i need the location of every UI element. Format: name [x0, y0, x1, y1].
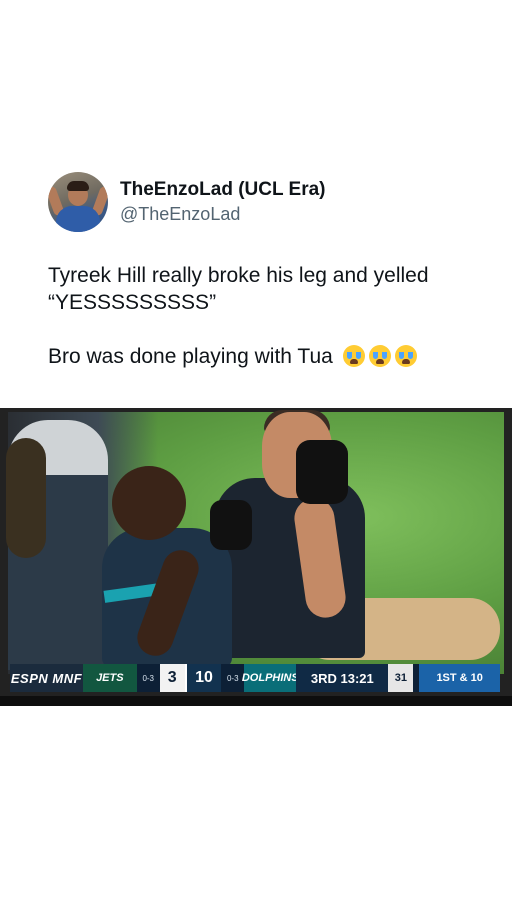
away-score: 3 [159, 664, 185, 692]
home-team: DOLPHINS [242, 664, 299, 692]
down-distance: 1ST & 10 [419, 664, 500, 692]
away-record: 0-3 [142, 673, 154, 683]
display-name[interactable]: TheEnzoLad (UCL Era) [120, 179, 326, 201]
tweet-text-line-2: Bro was done playing with Tua [48, 343, 488, 370]
loudly-crying-face-icon [342, 345, 365, 367]
loudly-crying-face-icon [368, 345, 391, 367]
glove-right [296, 440, 348, 504]
avatar[interactable] [48, 172, 108, 232]
home-score: 10 [184, 664, 222, 692]
author-names: TheEnzoLad (UCL Era) @TheEnzoLad [120, 179, 326, 225]
tv-bezel-bottom [0, 696, 512, 706]
tweet-text-line-1: Tyreek Hill really broke his leg and yel… [48, 264, 429, 314]
sideline-player [6, 438, 46, 558]
scorebug: ESPN MNF JETS 0-3 3 10 0-3 DOLPHINS 3RD … [10, 664, 500, 692]
tweet-text: Tyreek Hill really broke his leg and yel… [48, 262, 488, 370]
tweet-media-photo[interactable]: ESPN MNF JETS 0-3 3 10 0-3 DOLPHINS 3RD … [0, 408, 512, 706]
player-head [112, 466, 186, 540]
network-logo: ESPN MNF [10, 664, 83, 692]
tweet-text-line-2-text: Bro was done playing with Tua [48, 345, 333, 368]
away-team: JETS [82, 664, 137, 692]
handle[interactable]: @TheEnzoLad [120, 203, 326, 225]
game-clock: 3RD 13:21 [296, 664, 389, 692]
tweet-header: TheEnzoLad (UCL Era) @TheEnzoLad [48, 170, 326, 234]
play-clock: 31 [388, 664, 414, 692]
loudly-crying-face-icon [394, 345, 417, 367]
home-record: 0-3 [226, 673, 239, 683]
glove-left [210, 500, 252, 550]
